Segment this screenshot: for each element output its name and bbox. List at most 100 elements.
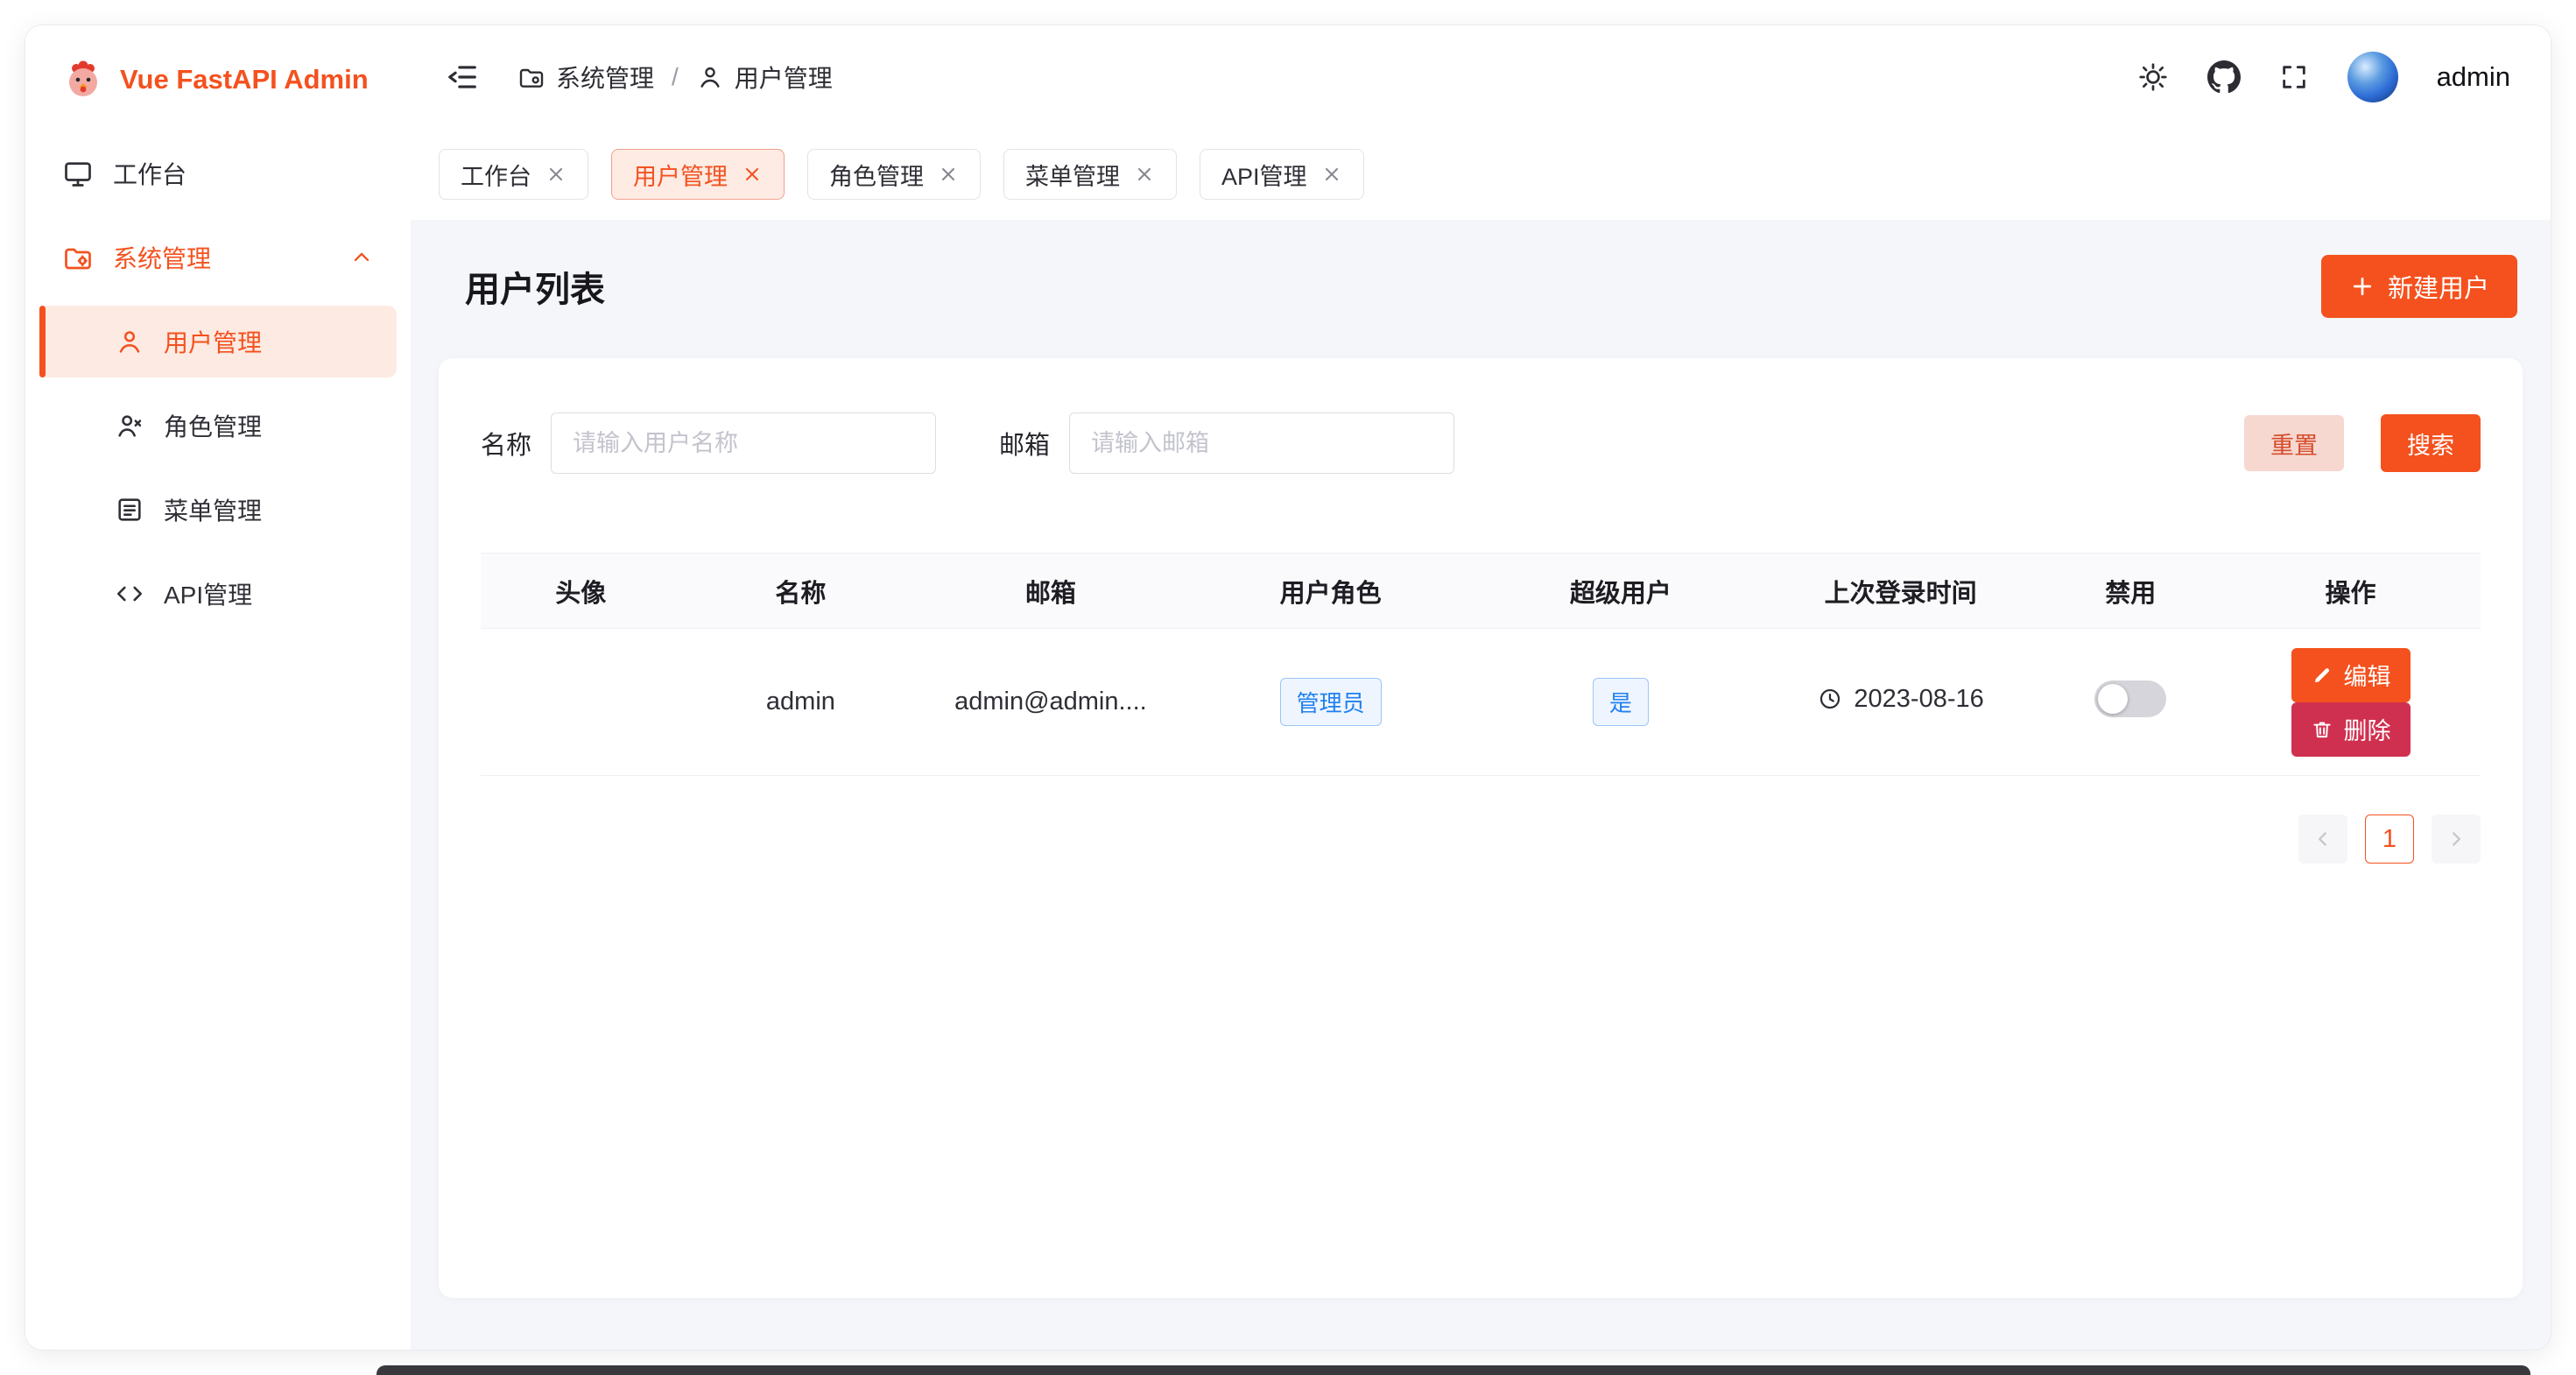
folder-gear-icon xyxy=(517,63,545,91)
app-window: Vue FastAPI Admin 工作台 系统管理 xyxy=(25,25,2551,1350)
folder-gear-icon xyxy=(62,242,94,273)
close-icon[interactable] xyxy=(938,164,959,185)
sidebar-item-user-management[interactable]: 用户管理 xyxy=(39,306,397,377)
table-header-row: 头像 名称 邮箱 用户角色 超级用户 上次登录时间 禁用 操作 xyxy=(481,554,2481,629)
chevron-up-icon xyxy=(349,245,374,270)
clock-icon xyxy=(1817,686,1843,712)
new-user-label: 新建用户 xyxy=(2388,268,2489,305)
row-name: admin xyxy=(680,629,920,776)
tab-label: 用户管理 xyxy=(633,158,728,192)
title-row: 用户列表 新建用户 xyxy=(439,241,2523,332)
sidebar-item-system-management[interactable]: 系统管理 xyxy=(39,222,397,293)
table-row: admin admin@admin.... 管理员 是 2023-08-16 xyxy=(481,629,2481,776)
filter-row: 名称 邮箱 重置 搜索 xyxy=(481,412,2481,474)
breadcrumb-label: 用户管理 xyxy=(735,60,833,95)
breadcrumb-label: 系统管理 xyxy=(556,60,654,95)
menu-fold-icon xyxy=(446,60,479,94)
close-icon[interactable] xyxy=(1321,164,1342,185)
chevron-left-icon xyxy=(2312,828,2334,850)
email-input[interactable] xyxy=(1069,412,1454,474)
main-area: 系统管理 / 用户管理 xyxy=(411,25,2551,1350)
table-header-email: 邮箱 xyxy=(920,554,1180,629)
filter-actions: 重置 搜索 xyxy=(2244,414,2481,472)
bottom-dark-bar xyxy=(377,1365,2530,1375)
edit-label: 编辑 xyxy=(2344,658,2391,692)
breadcrumb-item-system-management[interactable]: 系统管理 xyxy=(517,60,654,95)
github-button[interactable] xyxy=(2207,60,2241,94)
tab-user-management[interactable]: 用户管理 xyxy=(611,149,785,200)
pencil-icon xyxy=(2311,664,2333,687)
sidebar-item-menu-management[interactable]: 菜单管理 xyxy=(39,474,397,546)
tab-label: API管理 xyxy=(1221,158,1307,192)
next-page-button[interactable] xyxy=(2432,814,2481,864)
avatar[interactable] xyxy=(2347,52,2398,102)
last-login-text: 2023-08-16 xyxy=(1854,685,1983,714)
last-login-cell: 2023-08-16 xyxy=(1817,685,1983,714)
tab-role-management[interactable]: 角色管理 xyxy=(807,149,981,200)
close-icon[interactable] xyxy=(545,164,567,185)
reset-button[interactable]: 重置 xyxy=(2244,415,2344,471)
list-icon xyxy=(115,495,144,525)
filter-name-label: 名称 xyxy=(481,425,531,462)
table-header-role: 用户角色 xyxy=(1180,554,1481,629)
person-icon xyxy=(696,63,724,91)
username: admin xyxy=(2437,61,2510,93)
close-icon[interactable] xyxy=(1134,164,1155,185)
logo-title: Vue FastAPI Admin xyxy=(120,64,369,95)
header: 系统管理 / 用户管理 xyxy=(411,25,2551,129)
pagination: 1 xyxy=(481,814,2481,864)
delete-button[interactable]: 删除 xyxy=(2291,702,2411,757)
person-x-icon xyxy=(115,411,144,441)
table-header-disabled: 禁用 xyxy=(2040,554,2221,629)
row-email: admin@admin.... xyxy=(920,629,1180,776)
name-input[interactable] xyxy=(551,412,936,474)
page-1-button[interactable]: 1 xyxy=(2365,814,2414,864)
breadcrumb-item-user-management[interactable]: 用户管理 xyxy=(696,60,833,95)
sidebar-item-label: API管理 xyxy=(164,576,252,611)
chevron-right-icon xyxy=(2445,828,2467,850)
breadcrumb-separator: / xyxy=(672,63,679,91)
table-header-name: 名称 xyxy=(680,554,920,629)
tabs-bar: 工作台 用户管理 角色管理 菜单管理 API管理 xyxy=(411,129,2551,220)
sidebar-menu: 工作台 系统管理 用户管理 xyxy=(25,134,411,645)
trash-icon xyxy=(2311,718,2333,741)
github-icon xyxy=(2207,60,2241,94)
fullscreen-button[interactable] xyxy=(2279,62,2309,92)
users-card: 名称 邮箱 重置 搜索 头像 xyxy=(439,358,2523,1298)
sidebar-item-workbench[interactable]: 工作台 xyxy=(39,138,397,209)
sidebar-item-label: 系统管理 xyxy=(113,240,211,275)
fullscreen-icon xyxy=(2279,62,2309,92)
disabled-toggle[interactable] xyxy=(2094,680,2166,717)
table-header-last-login: 上次登录时间 xyxy=(1761,554,2041,629)
sun-icon xyxy=(2137,61,2169,93)
prev-page-button[interactable] xyxy=(2298,814,2347,864)
tab-label: 角色管理 xyxy=(829,158,924,192)
edit-button[interactable]: 编辑 xyxy=(2291,648,2411,702)
tab-menu-management[interactable]: 菜单管理 xyxy=(1003,149,1177,200)
table-header-actions: 操作 xyxy=(2221,554,2481,629)
search-button[interactable]: 搜索 xyxy=(2381,414,2481,472)
person-icon xyxy=(115,327,144,356)
sidebar-item-label: 角色管理 xyxy=(164,408,262,443)
content: 用户列表 新建用户 名称 邮箱 重置 搜索 xyxy=(411,220,2551,1350)
tab-workbench[interactable]: 工作台 xyxy=(439,149,588,200)
theme-toggle-button[interactable] xyxy=(2137,61,2169,93)
new-user-button[interactable]: 新建用户 xyxy=(2321,255,2517,318)
collapse-sidebar-button[interactable] xyxy=(446,60,479,94)
page-title: 用户列表 xyxy=(465,261,605,312)
code-icon xyxy=(115,579,144,609)
sidebar-item-label: 用户管理 xyxy=(164,324,262,359)
monitor-icon xyxy=(62,158,94,189)
tab-label: 菜单管理 xyxy=(1025,158,1120,192)
sidebar-item-api-management[interactable]: API管理 xyxy=(39,558,397,630)
sidebar-item-role-management[interactable]: 角色管理 xyxy=(39,390,397,462)
close-icon[interactable] xyxy=(742,164,763,185)
table-header-superuser: 超级用户 xyxy=(1481,554,1761,629)
chicken-logo-icon xyxy=(62,59,104,101)
role-tag: 管理员 xyxy=(1280,678,1382,726)
superuser-tag: 是 xyxy=(1593,678,1649,726)
users-table: 头像 名称 邮箱 用户角色 超级用户 上次登录时间 禁用 操作 xyxy=(481,553,2481,776)
logo[interactable]: Vue FastAPI Admin xyxy=(25,25,411,134)
sidebar-item-label: 工作台 xyxy=(113,156,187,191)
tab-api-management[interactable]: API管理 xyxy=(1200,149,1364,200)
